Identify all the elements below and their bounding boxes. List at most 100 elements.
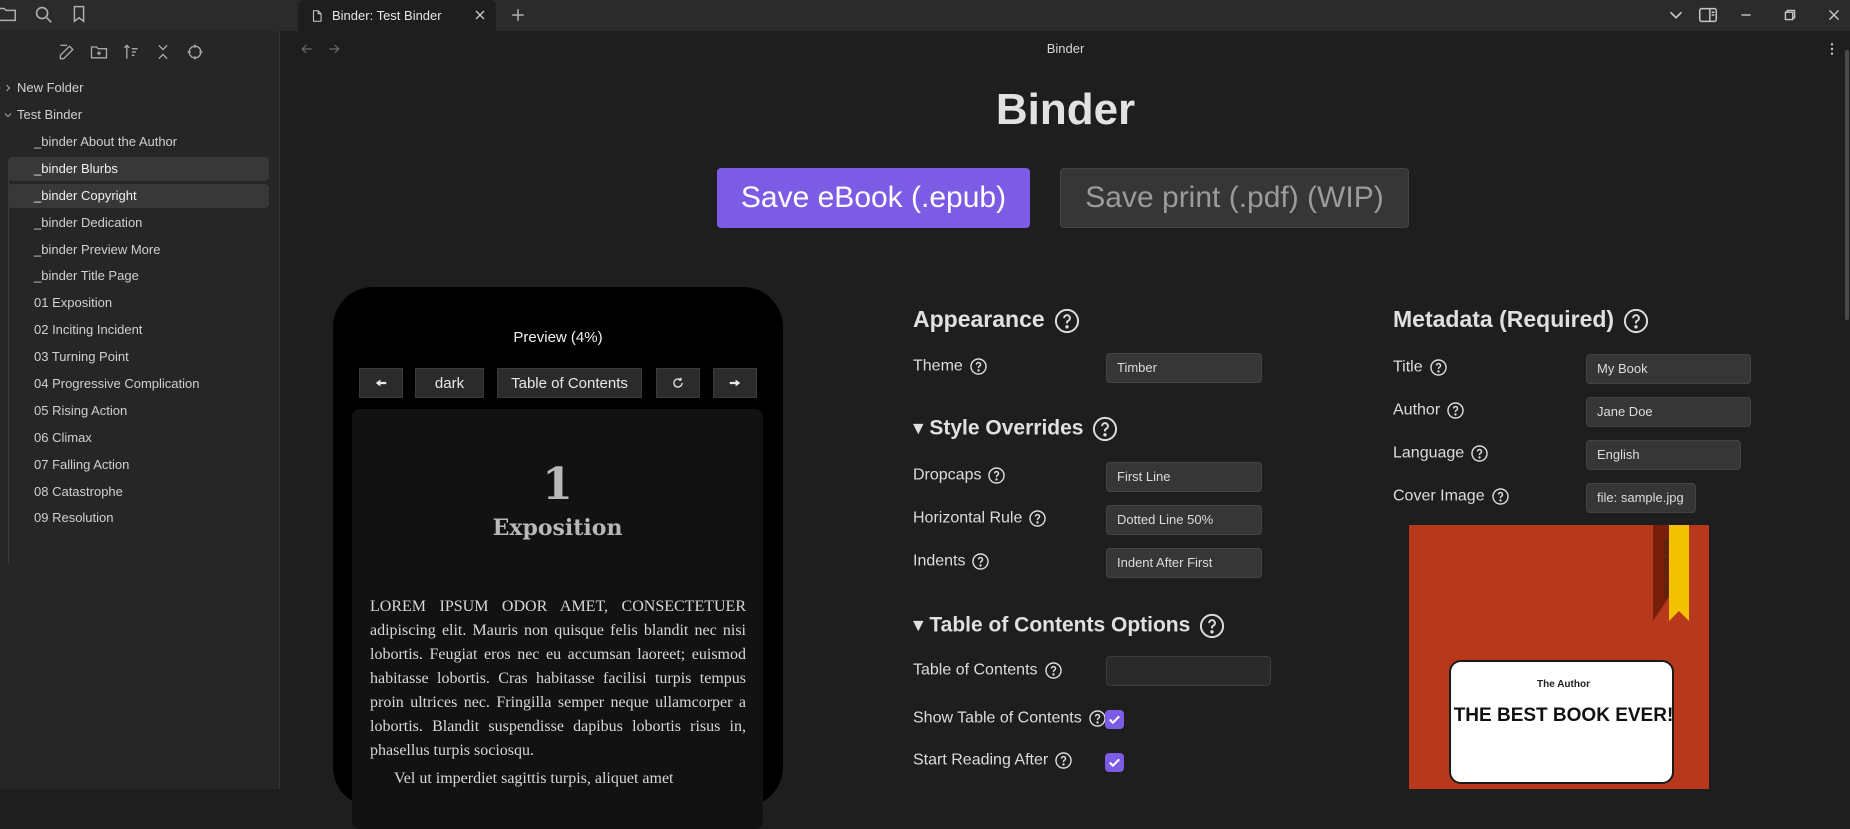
show-toc-checkbox[interactable]: [1105, 710, 1124, 729]
body-paragraph: LOREM IPSUM ODOR AMET, CONSECTETUER adip…: [370, 598, 746, 759]
tab-label: Binder: Test Binder: [332, 8, 442, 23]
file-item[interactable]: 03 Turning Point: [8, 345, 269, 369]
style-overrides-heading[interactable]: ▾ Style Overrides: [913, 415, 1119, 443]
tab-binder[interactable]: Binder: Test Binder: [298, 0, 496, 31]
ribbon-text: HARD COVER BOOK: [1664, 538, 1670, 599]
folder-label: New Folder: [17, 80, 84, 95]
sort-icon[interactable]: [121, 42, 141, 62]
file-item[interactable]: 08 Catastrophe: [8, 480, 269, 504]
start-reading-label: Start Reading After: [913, 751, 1073, 770]
next-page-button[interactable]: [713, 368, 757, 398]
ebook-preview-device: Preview (4%) dark Table of Contents 1 Ex…: [333, 287, 783, 829]
collapse-all-icon[interactable]: [153, 42, 173, 62]
help-icon[interactable]: [971, 552, 990, 571]
file-item[interactable]: _binder Title Page: [8, 264, 269, 288]
prev-page-button[interactable]: [359, 368, 403, 398]
language-select[interactable]: English: [1586, 440, 1741, 470]
restore-icon[interactable]: [1779, 4, 1801, 26]
file-item[interactable]: _binder Dedication: [8, 211, 269, 235]
file-item[interactable]: 06 Climax: [8, 426, 269, 450]
preview-label: Preview (4%): [513, 329, 603, 346]
save-epub-button[interactable]: Save eBook (.epub): [717, 168, 1030, 228]
start-reading-checkbox[interactable]: [1105, 753, 1124, 772]
file-item[interactable]: 01 Exposition: [8, 291, 269, 315]
file-item[interactable]: 05 Rising Action: [8, 399, 269, 423]
file-item[interactable]: 04 Progressive Complication: [8, 372, 269, 396]
minimize-icon[interactable]: [1735, 4, 1757, 26]
cover-label-plate: The Author THE BEST BOOK EVER!: [1449, 660, 1674, 784]
more-options-icon[interactable]: [1824, 41, 1840, 57]
page-title: Binder: [995, 85, 1136, 134]
save-pdf-button[interactable]: Save print (.pdf) (WIP): [1060, 168, 1409, 228]
appearance-heading: Appearance: [913, 306, 1081, 335]
cover-image-button[interactable]: file: sample.jpg: [1586, 483, 1696, 513]
book-title-input[interactable]: My Book: [1586, 354, 1751, 384]
language-label: Language: [1393, 444, 1489, 463]
refresh-icon: [673, 377, 683, 388]
horizontal-rule-label: Horizontal Rule: [913, 509, 1047, 528]
new-note-icon[interactable]: [57, 42, 77, 62]
chapter-number: 1: [542, 459, 573, 510]
help-icon[interactable]: [1470, 444, 1489, 463]
file-item[interactable]: _binder Copyright: [8, 184, 269, 208]
help-icon[interactable]: [1491, 487, 1510, 506]
theme-toggle-button[interactable]: dark: [415, 368, 484, 398]
toc-button[interactable]: Table of Contents: [497, 368, 642, 398]
horizontal-rule-select[interactable]: Dotted Line 50%: [1106, 505, 1262, 535]
book-title-label: Title: [1393, 358, 1448, 377]
help-icon[interactable]: [1044, 661, 1063, 680]
refresh-button[interactable]: [656, 368, 700, 398]
help-icon[interactable]: [1054, 751, 1073, 770]
reveal-file-icon[interactable]: [185, 42, 205, 62]
help-icon[interactable]: [1429, 358, 1448, 377]
folder-test-binder[interactable]: Test Binder: [0, 103, 270, 127]
file-item[interactable]: _binder Preview More: [8, 238, 269, 262]
checkmark-icon: [1109, 715, 1120, 725]
close-window-icon[interactable]: [1823, 4, 1845, 26]
search-icon[interactable]: [32, 3, 54, 25]
cover-title: THE BEST BOOK EVER!: [1453, 705, 1674, 726]
chevron-down-icon[interactable]: [1665, 4, 1687, 26]
file-item[interactable]: 09 Resolution: [8, 506, 269, 530]
toc-options-heading[interactable]: ▾ Table of Contents Options: [913, 612, 1226, 640]
file-label: 03 Turning Point: [34, 349, 129, 364]
metadata-heading: Metadata (Required): [1393, 306, 1650, 335]
help-icon[interactable]: [1088, 709, 1107, 728]
toc-title-input[interactable]: [1106, 656, 1271, 686]
file-explorer: New Folder Test Binder _binder About the…: [0, 31, 280, 789]
sidebar-toggle-icon[interactable]: [1697, 4, 1719, 26]
show-toc-label: Show Table of Contents: [913, 709, 1107, 728]
help-icon[interactable]: [1091, 415, 1119, 443]
close-icon[interactable]: [472, 7, 488, 23]
author-input[interactable]: Jane Doe: [1586, 397, 1751, 427]
file-label: 07 Falling Action: [34, 457, 130, 472]
help-icon[interactable]: [1622, 307, 1650, 335]
folder-new-folder[interactable]: New Folder: [0, 76, 270, 100]
help-icon[interactable]: [1446, 401, 1465, 420]
section-heading-text: ▾ Style Overrides: [913, 416, 1084, 440]
help-icon[interactable]: [1053, 307, 1081, 335]
bookmark-icon[interactable]: [68, 3, 90, 25]
file-item[interactable]: _binder About the Author: [8, 130, 269, 154]
files-icon[interactable]: [0, 3, 18, 25]
plus-icon[interactable]: [508, 5, 528, 25]
help-icon[interactable]: [969, 357, 988, 376]
help-icon[interactable]: [987, 466, 1006, 485]
file-item[interactable]: _binder Blurbs: [8, 157, 269, 181]
new-folder-icon[interactable]: [89, 42, 109, 62]
dropcaps-select[interactable]: First Line: [1106, 462, 1262, 492]
section-heading-text: ▾ Table of Contents Options: [913, 613, 1191, 637]
file-icon: [310, 9, 324, 23]
help-icon[interactable]: [1198, 612, 1226, 640]
label-text: Horizontal Rule: [913, 509, 1023, 527]
file-item[interactable]: 07 Falling Action: [8, 453, 269, 477]
theme-select[interactable]: Timber: [1106, 353, 1262, 383]
indents-label: Indents: [913, 552, 990, 571]
file-label: 01 Exposition: [34, 295, 113, 310]
indents-select[interactable]: Indent After First: [1106, 548, 1262, 578]
title-bar: Binder: Test Binder: [0, 0, 1850, 31]
help-icon[interactable]: [1028, 509, 1047, 528]
file-label: _binder Blurbs: [34, 161, 118, 176]
file-item[interactable]: 02 Inciting Incident: [8, 318, 269, 342]
chevron-down-icon: [2, 109, 14, 121]
